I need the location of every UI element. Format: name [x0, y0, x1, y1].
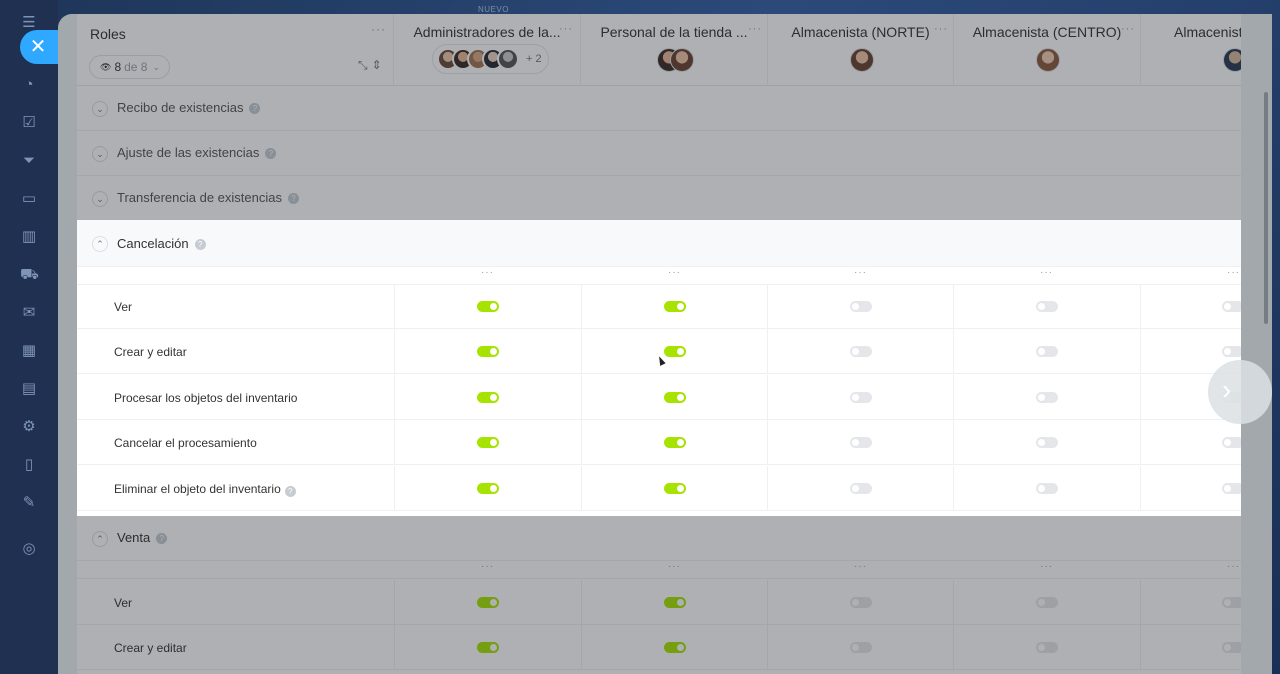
dim-overlay: [58, 516, 1272, 674]
column-divider: [581, 329, 582, 375]
permission-label: Cancelar el procesamiento: [114, 436, 257, 451]
column-divider: [767, 374, 768, 420]
column-divider: [581, 420, 582, 466]
column-divider: [1140, 329, 1141, 375]
permission-toggle[interactable]: [850, 482, 872, 494]
permission-toggle[interactable]: [1036, 301, 1058, 312]
permission-toggle[interactable]: [664, 437, 686, 449]
column-divider: [1140, 465, 1141, 511]
inbox-icon[interactable]: ▭: [20, 190, 38, 208]
permission-toggle[interactable]: [1036, 391, 1058, 403]
column-divider: [394, 420, 395, 466]
column-divider: [767, 329, 768, 375]
column-actions-icon[interactable]: ···: [668, 267, 681, 278]
column-divider: [767, 420, 768, 466]
column-divider: [767, 284, 768, 329]
permission-toggle[interactable]: [664, 391, 686, 403]
column-actions-icon[interactable]: ···: [481, 267, 494, 278]
column-divider: [581, 284, 582, 329]
column-divider: [394, 374, 395, 420]
permission-toggle[interactable]: [850, 391, 872, 403]
permission-row: Procesar los objetos del inventario: [77, 374, 1241, 420]
funnel-icon[interactable]: ⏷: [20, 152, 38, 170]
column-actions-icon[interactable]: ···: [1227, 267, 1240, 278]
column-actions-row: ··· ··· ··· ··· ···: [77, 267, 1241, 285]
column-divider: [767, 465, 768, 511]
column-divider: [394, 284, 395, 329]
permission-label-wrap: Cancelar el procesamiento: [114, 436, 257, 450]
column-divider: [581, 465, 582, 511]
permission-toggle[interactable]: [477, 346, 499, 358]
new-badge: NUEVO: [478, 5, 509, 14]
permission-toggle[interactable]: [1222, 482, 1241, 494]
document-icon[interactable]: ▯: [20, 456, 38, 474]
chat-icon[interactable]: ◔: [20, 76, 38, 94]
permission-toggle[interactable]: [1222, 437, 1241, 449]
column-divider: [1140, 374, 1141, 420]
mail-icon[interactable]: ✉: [20, 304, 38, 322]
close-button[interactable]: ✕: [20, 30, 58, 64]
permission-toggle[interactable]: [1036, 482, 1058, 494]
column-divider: [953, 374, 954, 420]
column-divider: [953, 284, 954, 329]
help-icon[interactable]: ?: [194, 239, 206, 250]
section-cancelacion[interactable]: ⌃ Cancelación?: [77, 220, 1241, 267]
permission-toggle[interactable]: [477, 437, 499, 449]
column-divider: [581, 374, 582, 420]
permission-toggle[interactable]: [1222, 301, 1241, 312]
permission-label-wrap: Procesar los objetos del inventario: [114, 391, 297, 405]
permission-toggle[interactable]: [664, 301, 686, 312]
permission-toggle[interactable]: [850, 301, 872, 312]
permission-row: Crear y editar: [77, 329, 1241, 375]
column-divider: [953, 465, 954, 511]
permission-toggle[interactable]: [664, 346, 686, 358]
permission-toggle[interactable]: [1036, 346, 1058, 358]
permission-label-wrap: Ver: [114, 300, 132, 314]
column-divider: [1140, 284, 1141, 329]
permission-toggle[interactable]: [477, 391, 499, 403]
tasks-icon[interactable]: ☑: [20, 114, 38, 132]
help-icon[interactable]: ?: [284, 485, 296, 497]
column-divider: [953, 420, 954, 466]
permission-toggle[interactable]: [850, 346, 872, 358]
permission-label: Crear y editar: [114, 345, 187, 360]
permission-label-wrap: Eliminar el objeto del inventario?: [114, 482, 296, 497]
column-actions-icon[interactable]: ···: [1040, 267, 1053, 278]
column-divider: [394, 465, 395, 511]
permission-toggle[interactable]: [1222, 346, 1241, 358]
permission-row: Eliminar el objeto del inventario?: [77, 465, 1241, 511]
permission-label: Ver: [114, 300, 133, 314]
dim-overlay: [58, 14, 1272, 220]
cart-icon[interactable]: ⛟: [20, 266, 39, 284]
permission-toggle[interactable]: [477, 482, 499, 494]
permission-row: Cancelar el procesamiento: [77, 420, 1241, 466]
column-divider: [1140, 420, 1141, 466]
permission-toggle[interactable]: [477, 301, 499, 312]
permission-toggle[interactable]: [1036, 437, 1058, 449]
permission-label: Eliminar el objeto del inventario: [114, 481, 281, 496]
permission-label-wrap: Crear y editar: [114, 345, 187, 359]
pen-icon[interactable]: ✎: [20, 494, 38, 512]
settings-icon[interactable]: ⚙: [20, 418, 38, 436]
vertical-scrollbar[interactable]: [1264, 92, 1268, 324]
dim-overlay: [58, 220, 77, 516]
scroll-right-button[interactable]: ›: [1208, 360, 1272, 424]
column-divider: [953, 329, 954, 375]
section-title: Cancelación: [117, 236, 189, 251]
close-icon: ✕: [29, 36, 47, 58]
chevron-right-icon: ›: [1222, 374, 1232, 405]
permission-label: Procesar los objetos del inventario: [114, 390, 298, 405]
circle-icon[interactable]: ◎: [20, 540, 38, 558]
column-divider: [394, 329, 395, 375]
chevron-up-icon[interactable]: ⌃: [92, 236, 108, 252]
permission-row: Ver: [77, 284, 1241, 329]
store-icon[interactable]: ▤: [20, 380, 38, 398]
permission-toggle[interactable]: [664, 482, 686, 494]
permission-toggle[interactable]: [850, 437, 872, 449]
calendar-icon[interactable]: ▦: [20, 342, 38, 360]
column-actions-icon[interactable]: ···: [854, 267, 867, 278]
analytics-icon[interactable]: ▥: [20, 228, 38, 246]
app-sidebar: ☰ ◔ ☑ ⏷ ▭ ▥ ⛟ ✉ ▦ ▤ ⚙ ▯ ✎ ◎: [0, 0, 58, 674]
